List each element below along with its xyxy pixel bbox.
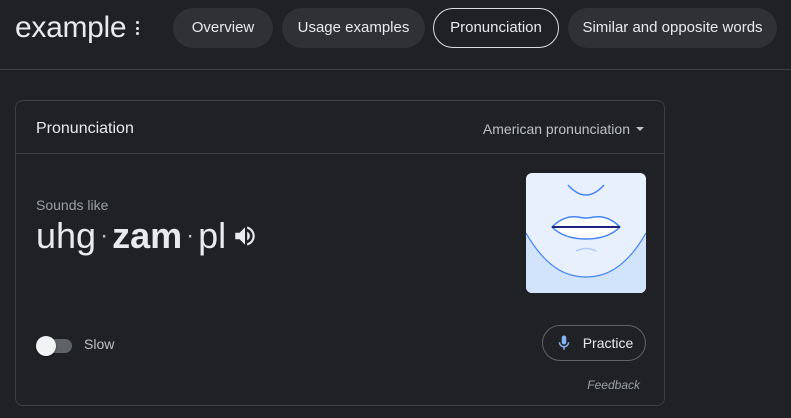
accent-label: American pronunciation bbox=[482, 121, 630, 137]
slow-toggle[interactable] bbox=[36, 334, 72, 356]
feedback-link[interactable]: Feedback bbox=[587, 378, 640, 392]
word-title: example bbox=[15, 11, 127, 44]
mouth-diagram bbox=[526, 173, 646, 293]
sounds-like-label: Sounds like bbox=[36, 197, 109, 213]
practice-button[interactable]: Practice bbox=[542, 325, 646, 361]
phonetic-spelling: uhg · zam · pl bbox=[36, 214, 258, 258]
syllable-stressed: zam bbox=[112, 215, 183, 256]
practice-label: Practice bbox=[582, 335, 634, 351]
syllable: uhg bbox=[36, 215, 97, 256]
pronunciation-card: Pronunciation American pronunciation Sou… bbox=[15, 100, 665, 406]
card-divider bbox=[16, 153, 664, 154]
syllable-separator: · bbox=[186, 222, 195, 249]
more-vert-icon[interactable] bbox=[131, 19, 143, 37]
mic-icon bbox=[558, 335, 569, 350]
tab-overview[interactable]: Overview bbox=[173, 8, 273, 48]
card-title: Pronunciation bbox=[36, 120, 134, 137]
caret-down-icon bbox=[636, 127, 644, 131]
pronunciation-page: example Overview Usage examples Pronunci… bbox=[0, 0, 791, 418]
accent-dropdown[interactable]: American pronunciation bbox=[483, 120, 644, 138]
volume-up-icon[interactable] bbox=[232, 223, 258, 249]
tab-similar-opposite-words[interactable]: Similar and opposite words bbox=[568, 8, 777, 48]
slow-label: Slow bbox=[84, 336, 115, 352]
syllable-separator: · bbox=[100, 222, 109, 249]
syllable: pl bbox=[198, 215, 227, 256]
toggle-knob bbox=[36, 336, 56, 356]
tab-pronunciation[interactable]: Pronunciation bbox=[433, 8, 559, 48]
tab-usage-examples[interactable]: Usage examples bbox=[282, 8, 425, 48]
header-divider bbox=[0, 69, 791, 70]
